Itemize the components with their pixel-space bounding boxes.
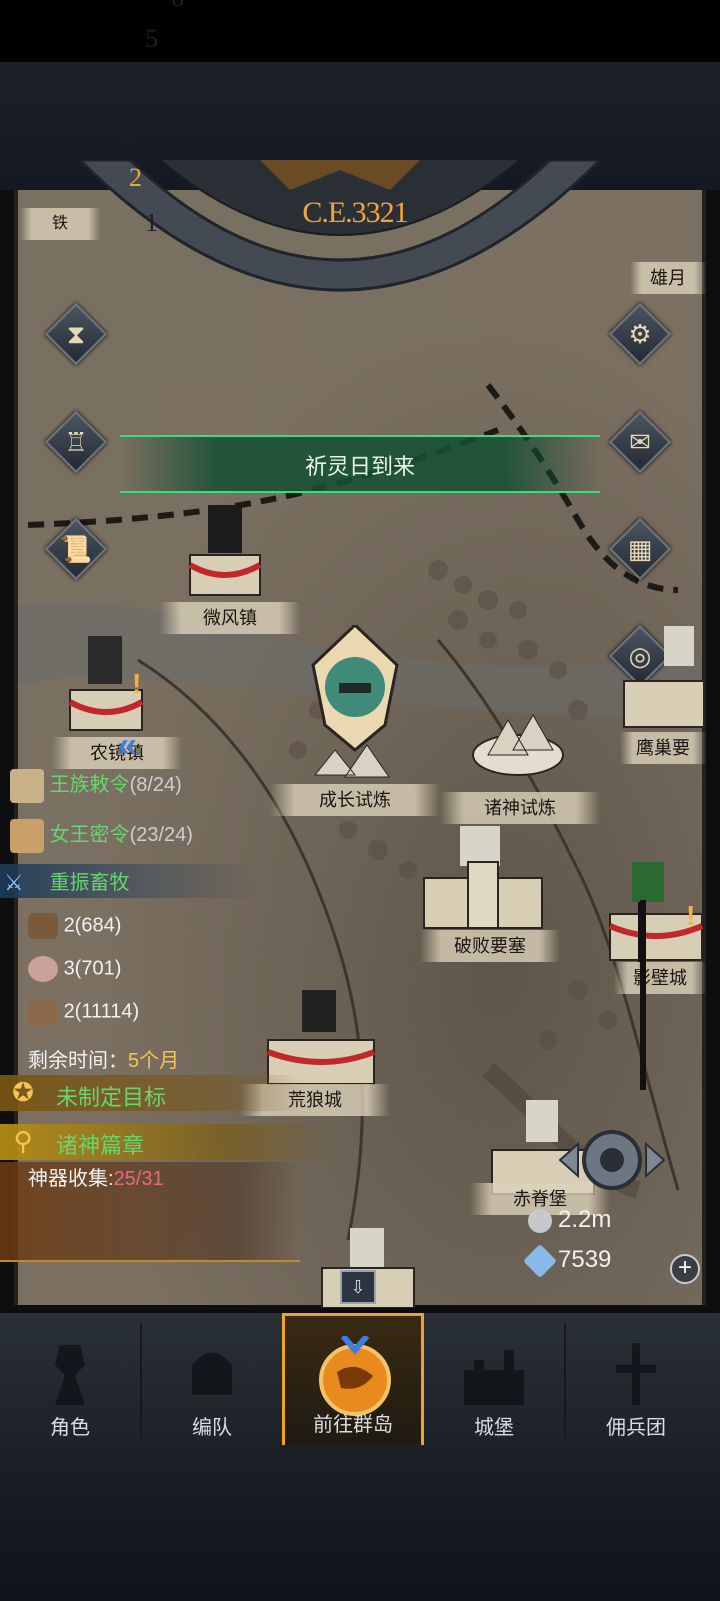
scroll-icon xyxy=(10,768,44,803)
world-globe-icon xyxy=(319,1336,391,1416)
settings-button[interactable]: ⚙ xyxy=(608,302,672,366)
alert-icon: ! xyxy=(132,668,142,699)
map-navigate-joystick[interactable] xyxy=(556,1120,668,1200)
crystal-currency: 7539 xyxy=(523,1243,611,1278)
quest-queen-order-progress: (23/24) xyxy=(129,824,193,846)
quest-revive-livestock[interactable]: ⚔ 重振畜牧 xyxy=(4,866,130,898)
envelope-icon: ✉ xyxy=(629,427,651,457)
target-icon: ✪ xyxy=(12,1077,34,1107)
quest-revive-name: 重振畜牧 xyxy=(49,872,130,894)
artifact-progress: 神器收集:25/31 xyxy=(28,1168,164,1190)
event-banner-text: 祈灵日到来 xyxy=(304,454,415,479)
hourglass-button[interactable]: ⧗ xyxy=(44,302,108,366)
castle-icon xyxy=(464,1350,524,1405)
helmet-icon xyxy=(192,1352,232,1395)
ruined-fortress-building[interactable] xyxy=(418,826,548,936)
location-label-growth-trial[interactable]: 成长试炼 xyxy=(270,784,440,816)
bottom-nav: 角色 编队 前往群岛 城堡 佣兵团 xyxy=(0,1310,720,1448)
time-remaining: 剩余时间：5个月 xyxy=(28,1050,180,1072)
calendar-dial[interactable] xyxy=(80,160,600,380)
banner-sword-icon xyxy=(616,1343,656,1405)
table-button[interactable]: ▦ xyxy=(608,517,672,581)
hourglass-icon: ⧗ xyxy=(66,319,86,349)
growth-trial-marker[interactable] xyxy=(305,625,405,785)
grid-icon: ▦ xyxy=(627,534,653,564)
magnifier-icon: ⚲ xyxy=(13,1126,33,1156)
scroll-icon: 📜 xyxy=(59,534,93,564)
silver-coin-icon xyxy=(528,1208,552,1233)
crossed-swords-icon: ⚔ xyxy=(4,869,24,895)
event-banner[interactable]: 祈灵日到来 xyxy=(120,425,600,503)
sealed-letter-icon xyxy=(10,818,44,853)
chapter-bar[interactable] xyxy=(0,1124,330,1160)
horse-icon xyxy=(28,999,58,1025)
quest-royal-edict-progress: (8/24) xyxy=(129,774,182,796)
nav-character[interactable]: 角色 xyxy=(0,1313,140,1448)
era-year: C.E.3321 xyxy=(302,196,408,229)
location-label-gods-trial[interactable]: 诸神试炼 xyxy=(440,792,600,824)
nav-formation[interactable]: 编队 xyxy=(142,1313,282,1448)
location-label-weifeng[interactable]: 微风镇 xyxy=(160,602,300,634)
eagle-nest-building[interactable] xyxy=(622,626,706,736)
livestock-pig: 3(701) xyxy=(28,956,121,982)
chapter-title[interactable]: 诸神篇章 xyxy=(56,1128,144,1160)
money-bag-icon: ♖ xyxy=(64,427,88,457)
collapse-panel-icon[interactable]: « xyxy=(118,726,137,765)
knight-icon xyxy=(55,1345,85,1405)
pig-icon xyxy=(28,956,58,982)
alert-icon: ! xyxy=(686,900,696,931)
map-divider-line xyxy=(640,900,646,1090)
location-label-ruined-fortress[interactable]: 破败要塞 xyxy=(420,930,560,962)
location-label-shadow-wall[interactable]: 影壁城 xyxy=(614,962,706,994)
location-label-eagle-nest[interactable]: 鹰巢要 xyxy=(620,732,706,764)
nav-islands[interactable]: 前往群岛 xyxy=(282,1313,424,1448)
bottom-band xyxy=(0,1445,720,1601)
quest-queen-order-name: 女王密令 xyxy=(49,824,130,846)
quest-royal-edict[interactable]: 王族敕令(8/24) xyxy=(10,768,182,803)
scroll-button[interactable]: 📜 xyxy=(44,517,108,581)
bag-button[interactable]: ♖ xyxy=(44,410,108,474)
goal-text[interactable]: 未制定目标 xyxy=(56,1080,166,1112)
livestock-horse: 2(11114) xyxy=(28,999,139,1025)
location-label-nongjing[interactable]: 农镜镇 xyxy=(52,737,182,769)
add-crystal-button[interactable]: + xyxy=(670,1254,700,1284)
silver-currency: 2.2m xyxy=(528,1206,611,1234)
mail-button[interactable]: ✉ xyxy=(608,410,672,474)
weifeng-town-building[interactable] xyxy=(180,505,270,600)
gear-icon: ⚙ xyxy=(628,319,652,349)
cow-icon xyxy=(28,913,58,939)
location-label-partial-right[interactable]: 雄月 xyxy=(630,262,706,294)
livestock-cow: 2(684) xyxy=(28,913,121,939)
nav-castle[interactable]: 城堡 xyxy=(424,1313,564,1448)
status-bar xyxy=(0,0,720,62)
quest-royal-edict-name: 王族敕令 xyxy=(49,774,130,796)
crystal-icon xyxy=(523,1243,557,1278)
quest-queen-order[interactable]: 女王密令(23/24) xyxy=(10,818,193,853)
nav-mercenaries[interactable]: 佣兵团 xyxy=(566,1313,706,1448)
location-label-partial-left[interactable]: 铁 xyxy=(20,208,100,240)
gods-trial-building[interactable] xyxy=(468,700,568,785)
expand-down-icon[interactable]: ⇩ xyxy=(340,1270,376,1304)
